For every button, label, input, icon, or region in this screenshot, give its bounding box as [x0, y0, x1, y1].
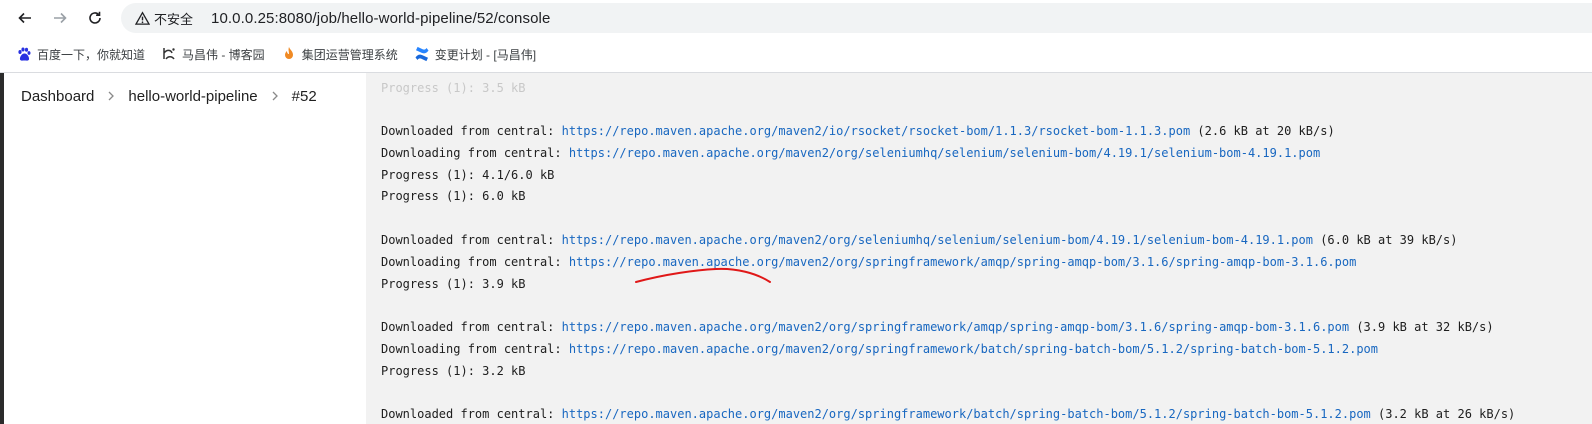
address-bar[interactable]: 不安全 10.0.0.25:8080/job/hello-world-pipel…	[121, 3, 1592, 33]
chevron-right-icon	[100, 89, 122, 104]
chevron-right-icon	[264, 89, 286, 104]
console-text: Progress (1): 6.0 kB	[381, 189, 526, 204]
jenkins-page: Dashboard hello-world-pipeline #52 Progr…	[4, 73, 1592, 424]
console-ghost-line: Progress (1): 3.5 kB	[381, 81, 526, 95]
console-line: Downloaded from central: https://repo.ma…	[381, 405, 1515, 423]
artifact-link[interactable]: https://repo.maven.apache.org/maven2/org…	[562, 407, 1371, 421]
console-text: Downloading from central:	[381, 145, 569, 160]
console-text: Progress (1): 3.9 kB	[381, 276, 526, 291]
artifact-link[interactable]: https://repo.maven.apache.org/maven2/org…	[569, 342, 1378, 356]
console-line: Downloaded from central: https://repo.ma…	[381, 122, 1335, 140]
arrow-right-icon	[54, 12, 67, 24]
console-text: Progress (1): 3.2 kB	[381, 363, 526, 378]
console-text: Progress (1): 4.1/6.0 kB	[381, 167, 555, 182]
breadcrumb-dashboard[interactable]: Dashboard	[4, 88, 100, 105]
confluence-icon	[415, 46, 429, 62]
artifact-link[interactable]: https://repo.maven.apache.org/maven2/org…	[569, 255, 1356, 269]
artifact-link[interactable]: https://repo.maven.apache.org/maven2/io/…	[562, 124, 1191, 138]
console-text: (6.0 kB at 39 kB/s)	[1312, 233, 1458, 247]
console-line: Progress (1): 3.2 kB	[381, 362, 526, 380]
reload-button[interactable]	[83, 6, 107, 30]
artifact-link[interactable]: https://repo.maven.apache.org/maven2/org…	[569, 146, 1320, 160]
console-line: Progress (1): 3.9 kB	[381, 275, 526, 293]
bookmark-label: 百度一下，你就知道	[37, 47, 146, 62]
bookmark-cnblogs[interactable]: 马昌伟 - 博客园	[153, 40, 273, 68]
baidu-paw-icon	[18, 47, 31, 61]
breadcrumb-job[interactable]: hello-world-pipeline	[122, 88, 263, 105]
artifact-link[interactable]: https://repo.maven.apache.org/maven2/org…	[562, 233, 1313, 247]
browser-toolbar: 不安全 10.0.0.25:8080/job/hello-world-pipel…	[0, 0, 1592, 36]
console-text: Downloaded from central:	[381, 320, 562, 335]
console-line: Progress (1): 6.0 kB	[381, 187, 526, 205]
console-text: Downloading from central:	[381, 342, 569, 356]
bookmark-baidu[interactable]: 百度一下，你就知道	[8, 40, 153, 68]
back-button[interactable]	[13, 6, 37, 30]
console-text: (3.9 kB at 32 kB/s)	[1349, 320, 1494, 335]
security-chip[interactable]: 不安全	[127, 6, 201, 30]
flame-logo-icon	[284, 47, 293, 59]
breadcrumb: Dashboard hello-world-pipeline #52	[4, 73, 366, 119]
console-text: Downloaded from central:	[381, 407, 562, 422]
bookmark-ops-system[interactable]: 集团运营管理系统	[273, 40, 406, 68]
forward-button[interactable]	[48, 6, 72, 30]
bookmark-change-plan[interactable]: 变更计划 - [马昌伟]	[406, 40, 544, 68]
bookmark-label: 马昌伟 - 博客园	[182, 47, 265, 62]
console-text: Downloaded from central:	[381, 233, 562, 247]
artifact-link[interactable]: https://repo.maven.apache.org/maven2/org…	[562, 320, 1349, 334]
console-line: Downloading from central: https://repo.m…	[381, 144, 1320, 162]
bookmark-label: 变更计划 - [马昌伟]	[434, 47, 537, 62]
breadcrumb-build[interactable]: #52	[286, 88, 323, 105]
console-text: Downloading from central:	[381, 254, 569, 269]
arrow-left-icon	[18, 12, 31, 24]
security-label: 不安全	[154, 11, 194, 27]
bookmarks-bar: 百度一下，你就知道 马昌伟 - 博客园 集团运营管理系统 变更计划 - [马昌伟…	[0, 36, 1592, 73]
console-line: Progress (1): 4.1/6.0 kB	[381, 166, 554, 184]
console-text: (2.6 kB at 20 kB/s)	[1190, 124, 1335, 138]
console-line: Downloading from central: https://repo.m…	[381, 253, 1356, 271]
console-line: Downloading from central: https://repo.m…	[381, 340, 1378, 358]
console-text: (3.2 kB at 26 kB/s)	[1370, 407, 1516, 422]
bookmark-label: 集团运营管理系统	[301, 47, 398, 62]
reload-icon	[89, 11, 101, 24]
url-text[interactable]: 10.0.0.25:8080/job/hello-world-pipeline/…	[211, 10, 550, 27]
console-output[interactable]: Progress (1): 3.5 kB Downloaded from cen…	[366, 73, 1592, 424]
console-text: Downloaded from central:	[381, 124, 562, 138]
cnblogs-icon	[163, 48, 175, 60]
warning-triangle-icon	[135, 10, 150, 25]
console-line: Downloaded from central: https://repo.ma…	[381, 231, 1457, 249]
console-line: Downloaded from central: https://repo.ma…	[381, 318, 1494, 336]
